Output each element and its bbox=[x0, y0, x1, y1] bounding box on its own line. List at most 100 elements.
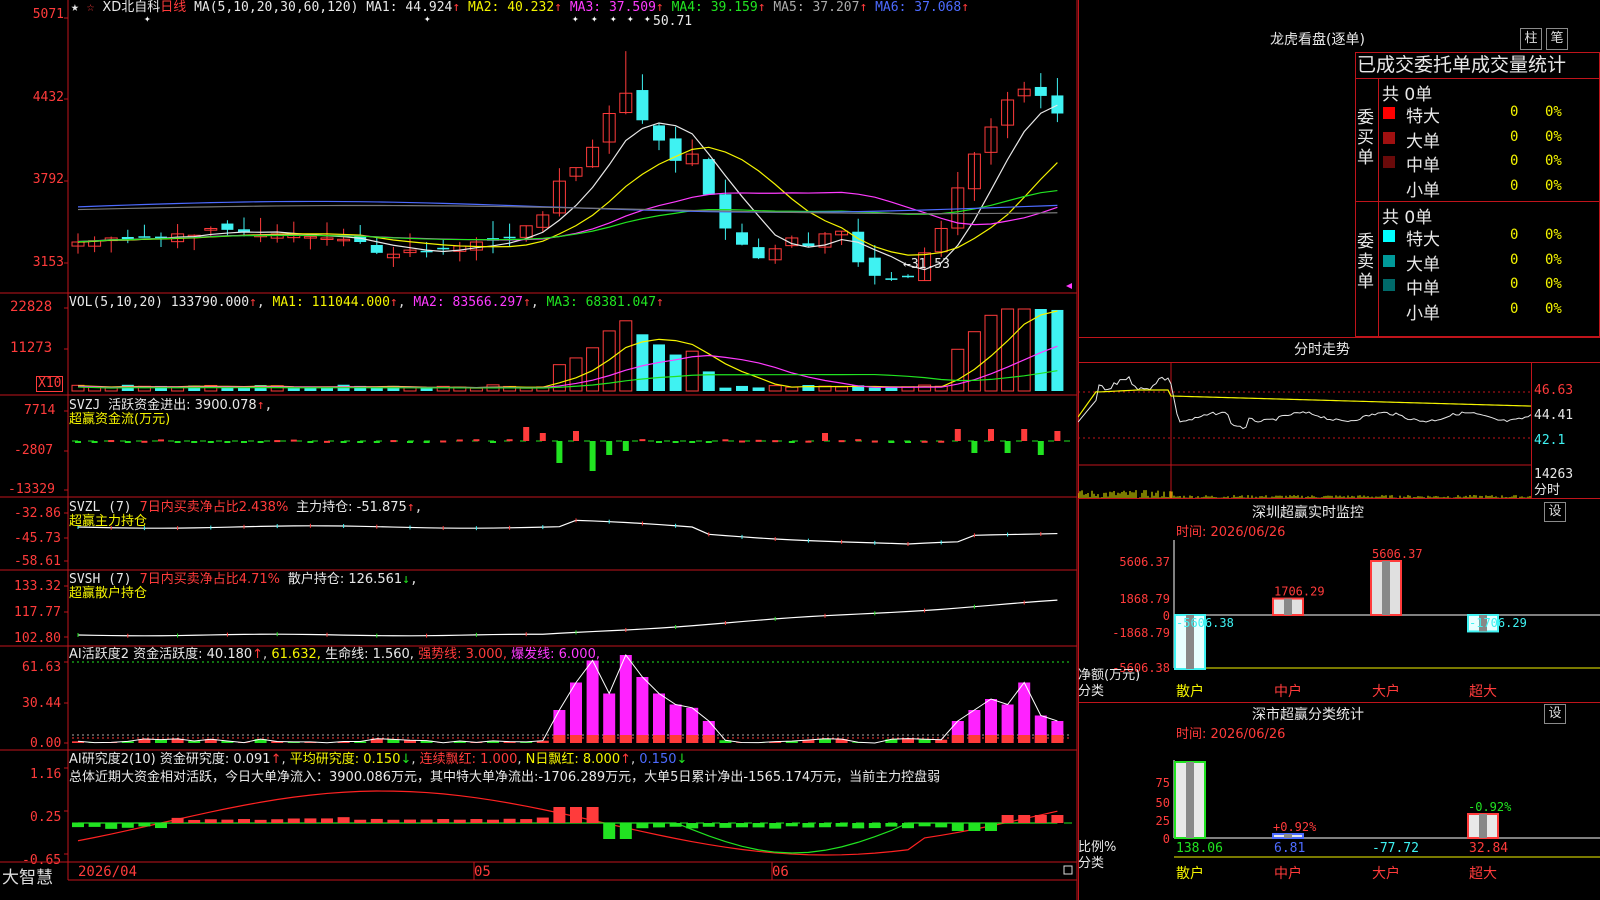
sell-side-label: 委卖单 bbox=[1357, 232, 1374, 292]
activity-base bbox=[1051, 735, 1064, 743]
order-percent: 0% bbox=[1545, 104, 1562, 120]
bar-mode-button[interactable]: 柱 bbox=[1520, 28, 1542, 50]
monitor-category: 超大 bbox=[1469, 684, 1497, 700]
class-bar-shade bbox=[1479, 814, 1487, 838]
class-value: -77.72 bbox=[1372, 841, 1419, 856]
research-bar bbox=[935, 823, 948, 828]
flow-bar bbox=[456, 439, 463, 442]
research-bar bbox=[520, 819, 533, 823]
research-bar bbox=[487, 819, 499, 823]
dragon-title: 龙虎看盘(逐单) bbox=[1270, 32, 1365, 48]
flow-bar bbox=[539, 433, 546, 441]
order-color-swatch bbox=[1383, 230, 1395, 242]
order-count: 0 bbox=[1510, 128, 1519, 145]
research-bar bbox=[321, 818, 333, 823]
research-bar bbox=[536, 817, 549, 823]
monitor-category: 大户 bbox=[1372, 683, 1400, 700]
divider bbox=[1378, 78, 1379, 337]
flow-bar bbox=[1037, 441, 1044, 455]
order-size-label: 特大 bbox=[1406, 107, 1440, 127]
candle-down bbox=[370, 244, 383, 253]
order-color-swatch bbox=[1383, 303, 1395, 316]
volume-bar bbox=[785, 386, 799, 392]
research-bar bbox=[470, 819, 483, 823]
flow-bar bbox=[938, 440, 945, 443]
class-y-tick: 25 bbox=[1156, 814, 1170, 828]
class-bar-shade bbox=[1186, 762, 1194, 838]
flow-bar bbox=[589, 441, 596, 471]
monitor-bar-shade bbox=[1382, 561, 1390, 615]
order-color-swatch bbox=[1383, 180, 1395, 193]
research-bar bbox=[736, 823, 748, 828]
ma4-line bbox=[77, 189, 1058, 243]
svzj-subtitle: 超赢资金流(万元) bbox=[69, 412, 171, 427]
divider bbox=[1078, 337, 1600, 338]
high-price-label: 50.71 bbox=[653, 14, 693, 29]
research-bar bbox=[254, 819, 267, 823]
order-size-label: 中单 bbox=[1406, 279, 1440, 299]
volume-bar bbox=[768, 385, 782, 392]
research-bar bbox=[420, 819, 433, 823]
order-size-label: 小单 bbox=[1406, 180, 1440, 201]
volume-bar bbox=[967, 331, 981, 392]
buy-side-label: 委买单 bbox=[1357, 108, 1374, 168]
class-settings-button[interactable]: 设 bbox=[1544, 704, 1566, 724]
tick-mode-button[interactable]: 笔 bbox=[1546, 28, 1568, 50]
order-size-label: 大单 bbox=[1406, 131, 1440, 152]
ma-label: MA(5,10,20,30,60,120) bbox=[194, 0, 359, 15]
order-size-label: 小单 bbox=[1406, 303, 1440, 324]
class-axis-label: 比例% bbox=[1078, 840, 1117, 855]
activity-base bbox=[653, 735, 665, 743]
monitor-settings-button[interactable]: 设 bbox=[1544, 502, 1566, 522]
order-percent: 0% bbox=[1545, 276, 1562, 292]
activity-base bbox=[619, 735, 632, 743]
svsh-header: SVSH (7) 7日内买卖净占比4.71% 散户持仓: 126.561↓, bbox=[69, 572, 418, 587]
research-bar bbox=[138, 823, 151, 827]
ai2-header: AI研究度2(10) 资金研究度: 0.091↑, 平均研究度: 0.150↓,… bbox=[69, 752, 688, 767]
class-title: 深市超赢分类统计 bbox=[1252, 707, 1364, 723]
order-color-swatch bbox=[1383, 279, 1395, 291]
monitor-y-tick: 5606.37 bbox=[1119, 555, 1170, 569]
candle-down bbox=[669, 138, 682, 161]
low-price-label: ←31.53 bbox=[903, 257, 950, 272]
research-bar bbox=[553, 807, 566, 823]
flow-bar bbox=[822, 433, 828, 441]
activity-base bbox=[586, 735, 599, 743]
flow-bar bbox=[523, 427, 530, 441]
activity-base bbox=[985, 735, 997, 743]
research-bar bbox=[985, 823, 997, 831]
flow-bar bbox=[307, 441, 314, 443]
research-bar bbox=[105, 823, 118, 829]
research-bar bbox=[785, 823, 798, 827]
activity-base bbox=[951, 735, 964, 743]
order-count: 0 bbox=[1510, 153, 1519, 169]
divider bbox=[1531, 362, 1532, 498]
x-date-label: 2026/04 bbox=[78, 864, 138, 880]
intraday-chart[interactable] bbox=[1078, 362, 1532, 498]
svzl-subtitle: 超赢主力持仓 bbox=[69, 514, 148, 529]
order-count: 0 bbox=[1510, 251, 1519, 268]
flow-bar bbox=[722, 439, 729, 442]
candle-down bbox=[868, 257, 881, 276]
flow-bar bbox=[207, 441, 214, 443]
flow-bar bbox=[855, 439, 862, 442]
volume-bar bbox=[1034, 309, 1047, 391]
flow-bar bbox=[656, 441, 662, 443]
order-size-label: 特大 bbox=[1406, 230, 1440, 250]
candle-down bbox=[1051, 95, 1064, 114]
monitor-value-label: -5606.38 bbox=[1176, 616, 1234, 630]
candle-down bbox=[653, 125, 665, 141]
monitor-date: 时间: 2026/06/26 bbox=[1176, 525, 1286, 540]
candle-down bbox=[437, 247, 450, 250]
activity-line bbox=[77, 654, 1058, 744]
research-bar bbox=[852, 823, 865, 829]
flow-bar bbox=[324, 440, 330, 443]
monitor-y-tick: 0 bbox=[1163, 609, 1170, 623]
monitor-title: 深圳超赢实时监控 bbox=[1252, 505, 1364, 521]
research-bar bbox=[72, 823, 84, 828]
research-bar bbox=[769, 823, 782, 829]
research-bar bbox=[404, 819, 416, 823]
period-label: 日线 bbox=[160, 0, 187, 15]
svzl-header: SVZL (7) 7日内买卖净占比2.438% 主力持仓: -51.875↑, bbox=[69, 500, 423, 515]
class-cat-label: 分类 bbox=[1078, 856, 1105, 871]
